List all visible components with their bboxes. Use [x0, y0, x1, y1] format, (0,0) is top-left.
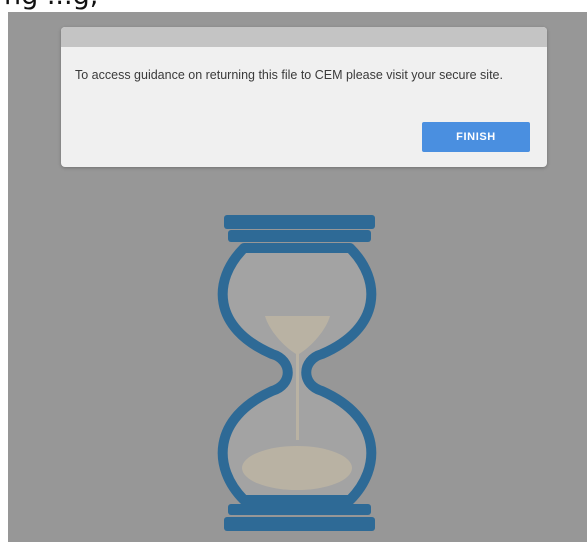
- hourglass-lower-sand: [242, 446, 352, 490]
- dialog-message: To access guidance on returning this fil…: [75, 68, 503, 82]
- hourglass-bottom-cap-upper: [228, 504, 371, 515]
- background-heading-fragment: ng ...g,: [4, 0, 98, 11]
- finish-button[interactable]: FINISH: [422, 122, 530, 152]
- dialog-titlebar: [61, 27, 547, 47]
- hourglass-bottom-cap: [224, 517, 375, 531]
- hourglass-sand-stream: [296, 354, 299, 440]
- hourglass-top-cap-lower: [228, 230, 371, 242]
- page: ng ...g, To access guidance on returning…: [0, 0, 587, 542]
- finish-dialog: To access guidance on returning this fil…: [61, 27, 547, 167]
- hourglass-top-cap: [224, 215, 375, 229]
- hourglass-icon: [217, 215, 377, 531]
